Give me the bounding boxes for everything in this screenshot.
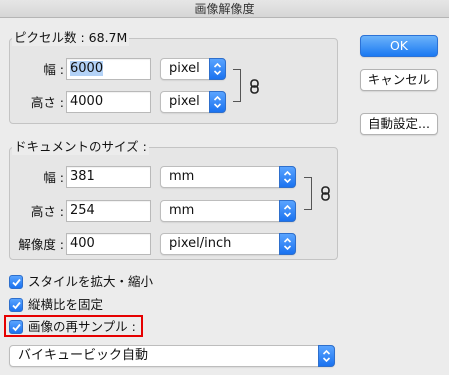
chevron-updown-icon	[209, 91, 226, 113]
pixel-width-value: 6000	[70, 61, 104, 76]
pixel-height-unit-value: pixel	[169, 94, 200, 109]
doc-height-field[interactable]: 254	[66, 200, 151, 222]
resolution-value: 400	[70, 236, 95, 251]
ok-button[interactable]: OK	[360, 35, 438, 57]
doc-width-unit-select[interactable]: mm	[160, 166, 296, 188]
constrain-proportions-option[interactable]: 縦横比を固定	[9, 297, 209, 315]
pixel-link-bracket	[233, 69, 241, 102]
pixel-height-label: 高さ :	[30, 95, 64, 110]
resolution-unit-value: pixel/inch	[169, 236, 232, 251]
chevron-updown-icon	[279, 166, 296, 188]
constrain-proportions-checkbox[interactable]	[9, 298, 23, 312]
pixel-width-field[interactable]: 6000	[66, 58, 151, 80]
resample-method-select[interactable]: バイキュービック自動	[9, 345, 335, 367]
doc-height-unit-value: mm	[169, 203, 195, 218]
chain-link-icon[interactable]	[321, 186, 330, 204]
constrain-proportions-label: 縦横比を固定	[28, 297, 104, 312]
doc-height-value: 254	[70, 203, 95, 218]
doc-width-value: 381	[70, 169, 95, 184]
scale-styles-label: スタイルを拡大・縮小	[28, 274, 154, 289]
pixel-height-value: 4000	[70, 94, 104, 109]
chevron-updown-icon	[279, 233, 296, 255]
auto-settings-button[interactable]: 自動設定...	[360, 113, 438, 135]
doc-width-unit-value: mm	[169, 169, 195, 184]
scale-styles-option[interactable]: スタイルを拡大・縮小	[9, 274, 209, 292]
resample-image-option[interactable]: 画像の再サンプル :	[9, 319, 139, 337]
doc-width-field[interactable]: 381	[66, 166, 151, 188]
pixel-width-unit-select[interactable]: pixel	[160, 58, 226, 80]
pixel-dimensions-label: ピクセル数 : 68.7M	[12, 30, 130, 46]
doc-link-bracket	[304, 177, 312, 210]
chevron-updown-icon	[209, 58, 226, 80]
document-size-label: ドキュメントのサイズ :	[12, 139, 149, 155]
chain-link-icon[interactable]	[250, 79, 259, 97]
cancel-button[interactable]: キャンセル	[360, 69, 438, 91]
resample-method-value: バイキュービック自動	[18, 348, 149, 363]
window-title: 画像解像度	[0, 0, 449, 18]
resample-image-checkbox[interactable]	[9, 320, 23, 334]
pixel-height-unit-select[interactable]: pixel	[160, 91, 226, 113]
resolution-field[interactable]: 400	[66, 233, 151, 255]
doc-height-label: 高さ :	[30, 204, 64, 219]
doc-height-unit-select[interactable]: mm	[160, 200, 296, 222]
pixel-width-label: 幅 :	[43, 62, 64, 77]
resolution-label: 解像度 :	[18, 237, 64, 252]
pixel-height-field[interactable]: 4000	[66, 91, 151, 113]
pixel-width-unit-value: pixel	[169, 61, 200, 76]
doc-width-label: 幅 :	[43, 170, 64, 185]
scale-styles-checkbox[interactable]	[9, 275, 23, 289]
resolution-unit-select[interactable]: pixel/inch	[160, 233, 296, 255]
resample-image-label: 画像の再サンプル :	[28, 319, 136, 334]
chevron-updown-icon	[318, 345, 335, 367]
chevron-updown-icon	[279, 200, 296, 222]
